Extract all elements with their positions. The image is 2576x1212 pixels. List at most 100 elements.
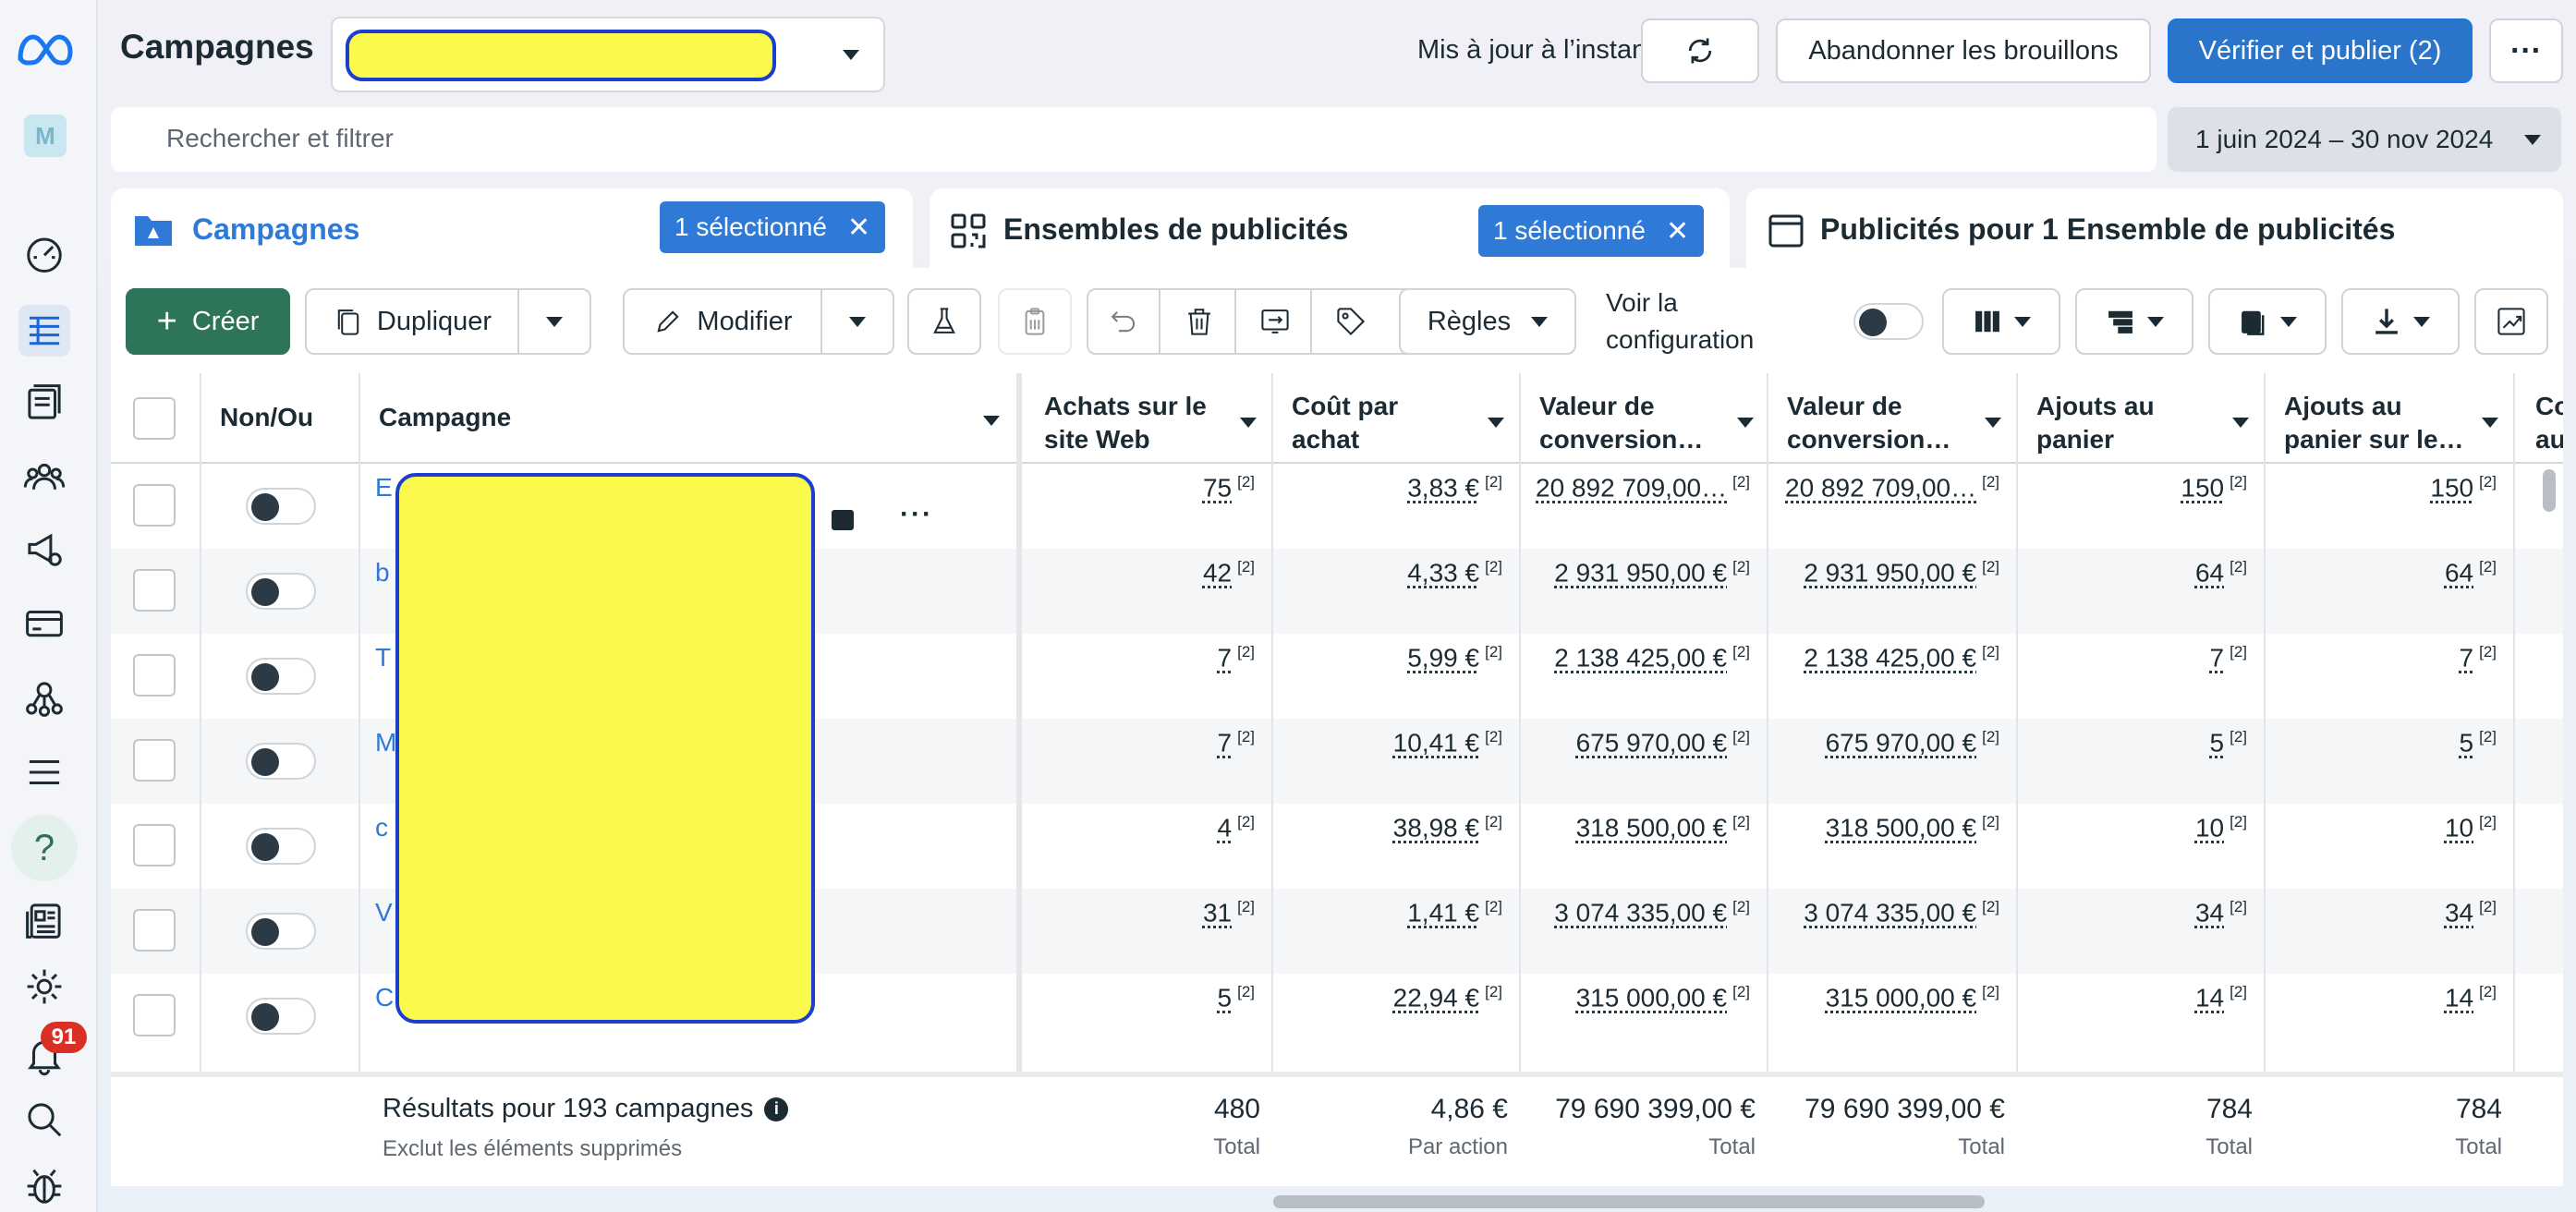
info-icon[interactable]: i xyxy=(764,1097,789,1121)
metric-cell-conv1[interactable]: 3 074 335,00 € [2] xyxy=(1554,898,1750,927)
menu-icon[interactable] xyxy=(18,746,70,798)
ab-compare-button[interactable] xyxy=(1238,288,1312,355)
duplicate-dropdown[interactable] xyxy=(517,288,591,355)
metric-cell-cart-site[interactable]: 150 [2] xyxy=(2430,473,2497,503)
col-cost-per-purchase[interactable]: Coût par achat xyxy=(1292,390,1398,456)
chevron-down-icon[interactable] xyxy=(2482,418,2498,428)
columns-button[interactable] xyxy=(1942,288,2060,355)
metric-cell-cpa[interactable]: 4,33 € [2] xyxy=(1407,558,1502,588)
metric-cell-conv1[interactable]: 2 138 425,00 € [2] xyxy=(1554,643,1750,673)
metric-cell-cart-site[interactable]: 10 [2] xyxy=(2445,813,2497,842)
duplicate-button[interactable]: Dupliquer xyxy=(305,288,519,355)
metric-cell-conv2[interactable]: 675 970,00 € [2] xyxy=(1826,728,1999,758)
metric-cell-cart-site[interactable]: 5 [2] xyxy=(2460,728,2497,758)
col-campaign[interactable]: Campagne xyxy=(379,401,511,434)
chevron-down-icon[interactable] xyxy=(1985,418,2001,428)
chevron-down-icon[interactable] xyxy=(2232,418,2249,428)
metric-cell-cpa[interactable]: 1,41 € [2] xyxy=(1407,898,1502,927)
horizontal-scrollbar[interactable] xyxy=(1273,1195,1985,1208)
campaign-name-link[interactable]: E xyxy=(375,473,393,503)
create-button[interactable]: + Créer xyxy=(126,288,290,355)
campaign-status-toggle[interactable] xyxy=(246,573,316,610)
metric-cell-purchases[interactable]: 75 [2] xyxy=(1203,473,1255,503)
edit-dropdown[interactable] xyxy=(820,288,894,355)
col-add-to-cart[interactable]: Ajouts au panier xyxy=(2036,390,2155,456)
meta-logo-icon[interactable] xyxy=(15,28,74,72)
metric-cell-purchases[interactable]: 7 [2] xyxy=(1218,643,1255,673)
metric-cell-cpa[interactable]: 10,41 € [2] xyxy=(1393,728,1502,758)
date-range-picker[interactable]: 1 juin 2024 – 30 nov 2024 xyxy=(2168,107,2561,172)
tab-ads[interactable]: Publicités pour 1 Ensemble de publicités xyxy=(1746,188,2563,272)
campaign-name-link[interactable]: C xyxy=(375,983,394,1012)
col-onoff[interactable]: Non/Ou xyxy=(220,401,313,434)
close-icon[interactable]: ✕ xyxy=(847,212,870,244)
chevron-down-icon[interactable] xyxy=(1488,418,1504,428)
reports-button[interactable] xyxy=(2208,288,2327,355)
clipboard-button[interactable] xyxy=(998,288,1072,355)
campaign-status-toggle[interactable] xyxy=(246,488,316,525)
chevron-down-icon[interactable] xyxy=(983,416,1000,426)
metric-cell-conv1[interactable]: 20 892 709,00… [2] xyxy=(1536,473,1750,503)
discard-drafts-button[interactable]: Abandonner les brouillons xyxy=(1776,18,2151,83)
metric-cell-purchases[interactable]: 5 [2] xyxy=(1218,983,1255,1012)
undo-button[interactable] xyxy=(1087,288,1160,355)
metric-cell-cart-site[interactable]: 64 [2] xyxy=(2445,558,2497,588)
metric-cell-purchases[interactable]: 7 [2] xyxy=(1218,728,1255,758)
row-checkbox[interactable] xyxy=(133,824,176,867)
campaign-status-toggle[interactable] xyxy=(246,998,316,1035)
export-button[interactable] xyxy=(2341,288,2460,355)
business-graph-icon[interactable] xyxy=(18,673,70,724)
account-avatar[interactable]: M xyxy=(24,115,67,157)
campaign-name-link[interactable]: M xyxy=(375,728,396,758)
ab-test-button[interactable] xyxy=(907,288,981,355)
rules-button[interactable]: Règles xyxy=(1399,288,1576,355)
select-all-checkbox[interactable] xyxy=(133,397,176,440)
chevron-down-icon[interactable] xyxy=(1737,418,1754,428)
billing-icon[interactable] xyxy=(18,597,70,648)
chevron-down-icon[interactable] xyxy=(1240,418,1257,428)
tag-button[interactable] xyxy=(1314,288,1388,355)
dashboard-icon[interactable] xyxy=(18,227,70,279)
settings-gear-icon[interactable] xyxy=(18,961,70,1012)
bug-report-icon[interactable] xyxy=(18,1160,70,1212)
col-conversion-value-2[interactable]: Valeur de conversion… xyxy=(1787,390,1950,456)
search-input[interactable] xyxy=(166,124,1460,153)
metric-cell-conv2[interactable]: 2 931 950,00 € [2] xyxy=(1804,558,1999,588)
audiences-icon[interactable] xyxy=(18,451,70,503)
col-next-partial[interactable]: Co au xyxy=(2535,390,2563,456)
metric-cell-cart[interactable]: 7 [2] xyxy=(2210,643,2247,673)
row-checkbox[interactable] xyxy=(133,909,176,951)
search-icon[interactable] xyxy=(18,1094,70,1145)
search-filter-bar[interactable] xyxy=(111,107,2157,172)
row-checkbox[interactable] xyxy=(133,994,176,1036)
view-charts-icon[interactable] xyxy=(832,510,854,530)
metric-cell-cart[interactable]: 10 [2] xyxy=(2195,813,2247,842)
campaign-name-link[interactable]: T xyxy=(375,643,391,673)
help-icon[interactable]: ? xyxy=(11,815,78,881)
metric-cell-conv2[interactable]: 2 138 425,00 € [2] xyxy=(1804,643,1999,673)
charts-button[interactable] xyxy=(2474,288,2548,355)
campaign-status-toggle[interactable] xyxy=(246,913,316,950)
campaign-name-link[interactable]: b xyxy=(375,558,390,588)
campaign-account-selector[interactable] xyxy=(331,17,885,92)
view-config-toggle[interactable] xyxy=(1853,303,1924,340)
campaign-status-toggle[interactable] xyxy=(246,658,316,695)
selected-badge[interactable]: 1 sélectionné ✕ xyxy=(1478,205,1705,257)
metric-cell-purchases[interactable]: 42 [2] xyxy=(1203,558,1255,588)
metric-cell-cart-site[interactable]: 7 [2] xyxy=(2460,643,2497,673)
metric-cell-cpa[interactable]: 5,99 € [2] xyxy=(1407,643,1502,673)
selected-badge[interactable]: 1 sélectionné ✕ xyxy=(660,201,886,253)
metric-cell-conv2[interactable]: 20 892 709,00… [2] xyxy=(1785,473,1999,503)
metric-cell-cpa[interactable]: 3,83 € [2] xyxy=(1407,473,1502,503)
col-conversion-value-1[interactable]: Valeur de conversion… xyxy=(1539,390,1703,456)
more-options-button[interactable]: ··· xyxy=(2489,18,2563,83)
row-more-options-icon[interactable]: ··· xyxy=(900,499,933,530)
vertical-scrollbar[interactable] xyxy=(2543,469,2556,512)
delete-button[interactable] xyxy=(1162,288,1236,355)
metric-cell-conv1[interactable]: 675 970,00 € [2] xyxy=(1576,728,1750,758)
metric-cell-cart[interactable]: 150 [2] xyxy=(2181,473,2247,503)
metric-cell-cpa[interactable]: 22,94 € [2] xyxy=(1393,983,1502,1012)
col-purchases[interactable]: Achats sur le site Web xyxy=(1044,390,1207,456)
campaigns-table-icon[interactable] xyxy=(18,305,70,357)
metric-cell-cart-site[interactable]: 34 [2] xyxy=(2445,898,2497,927)
